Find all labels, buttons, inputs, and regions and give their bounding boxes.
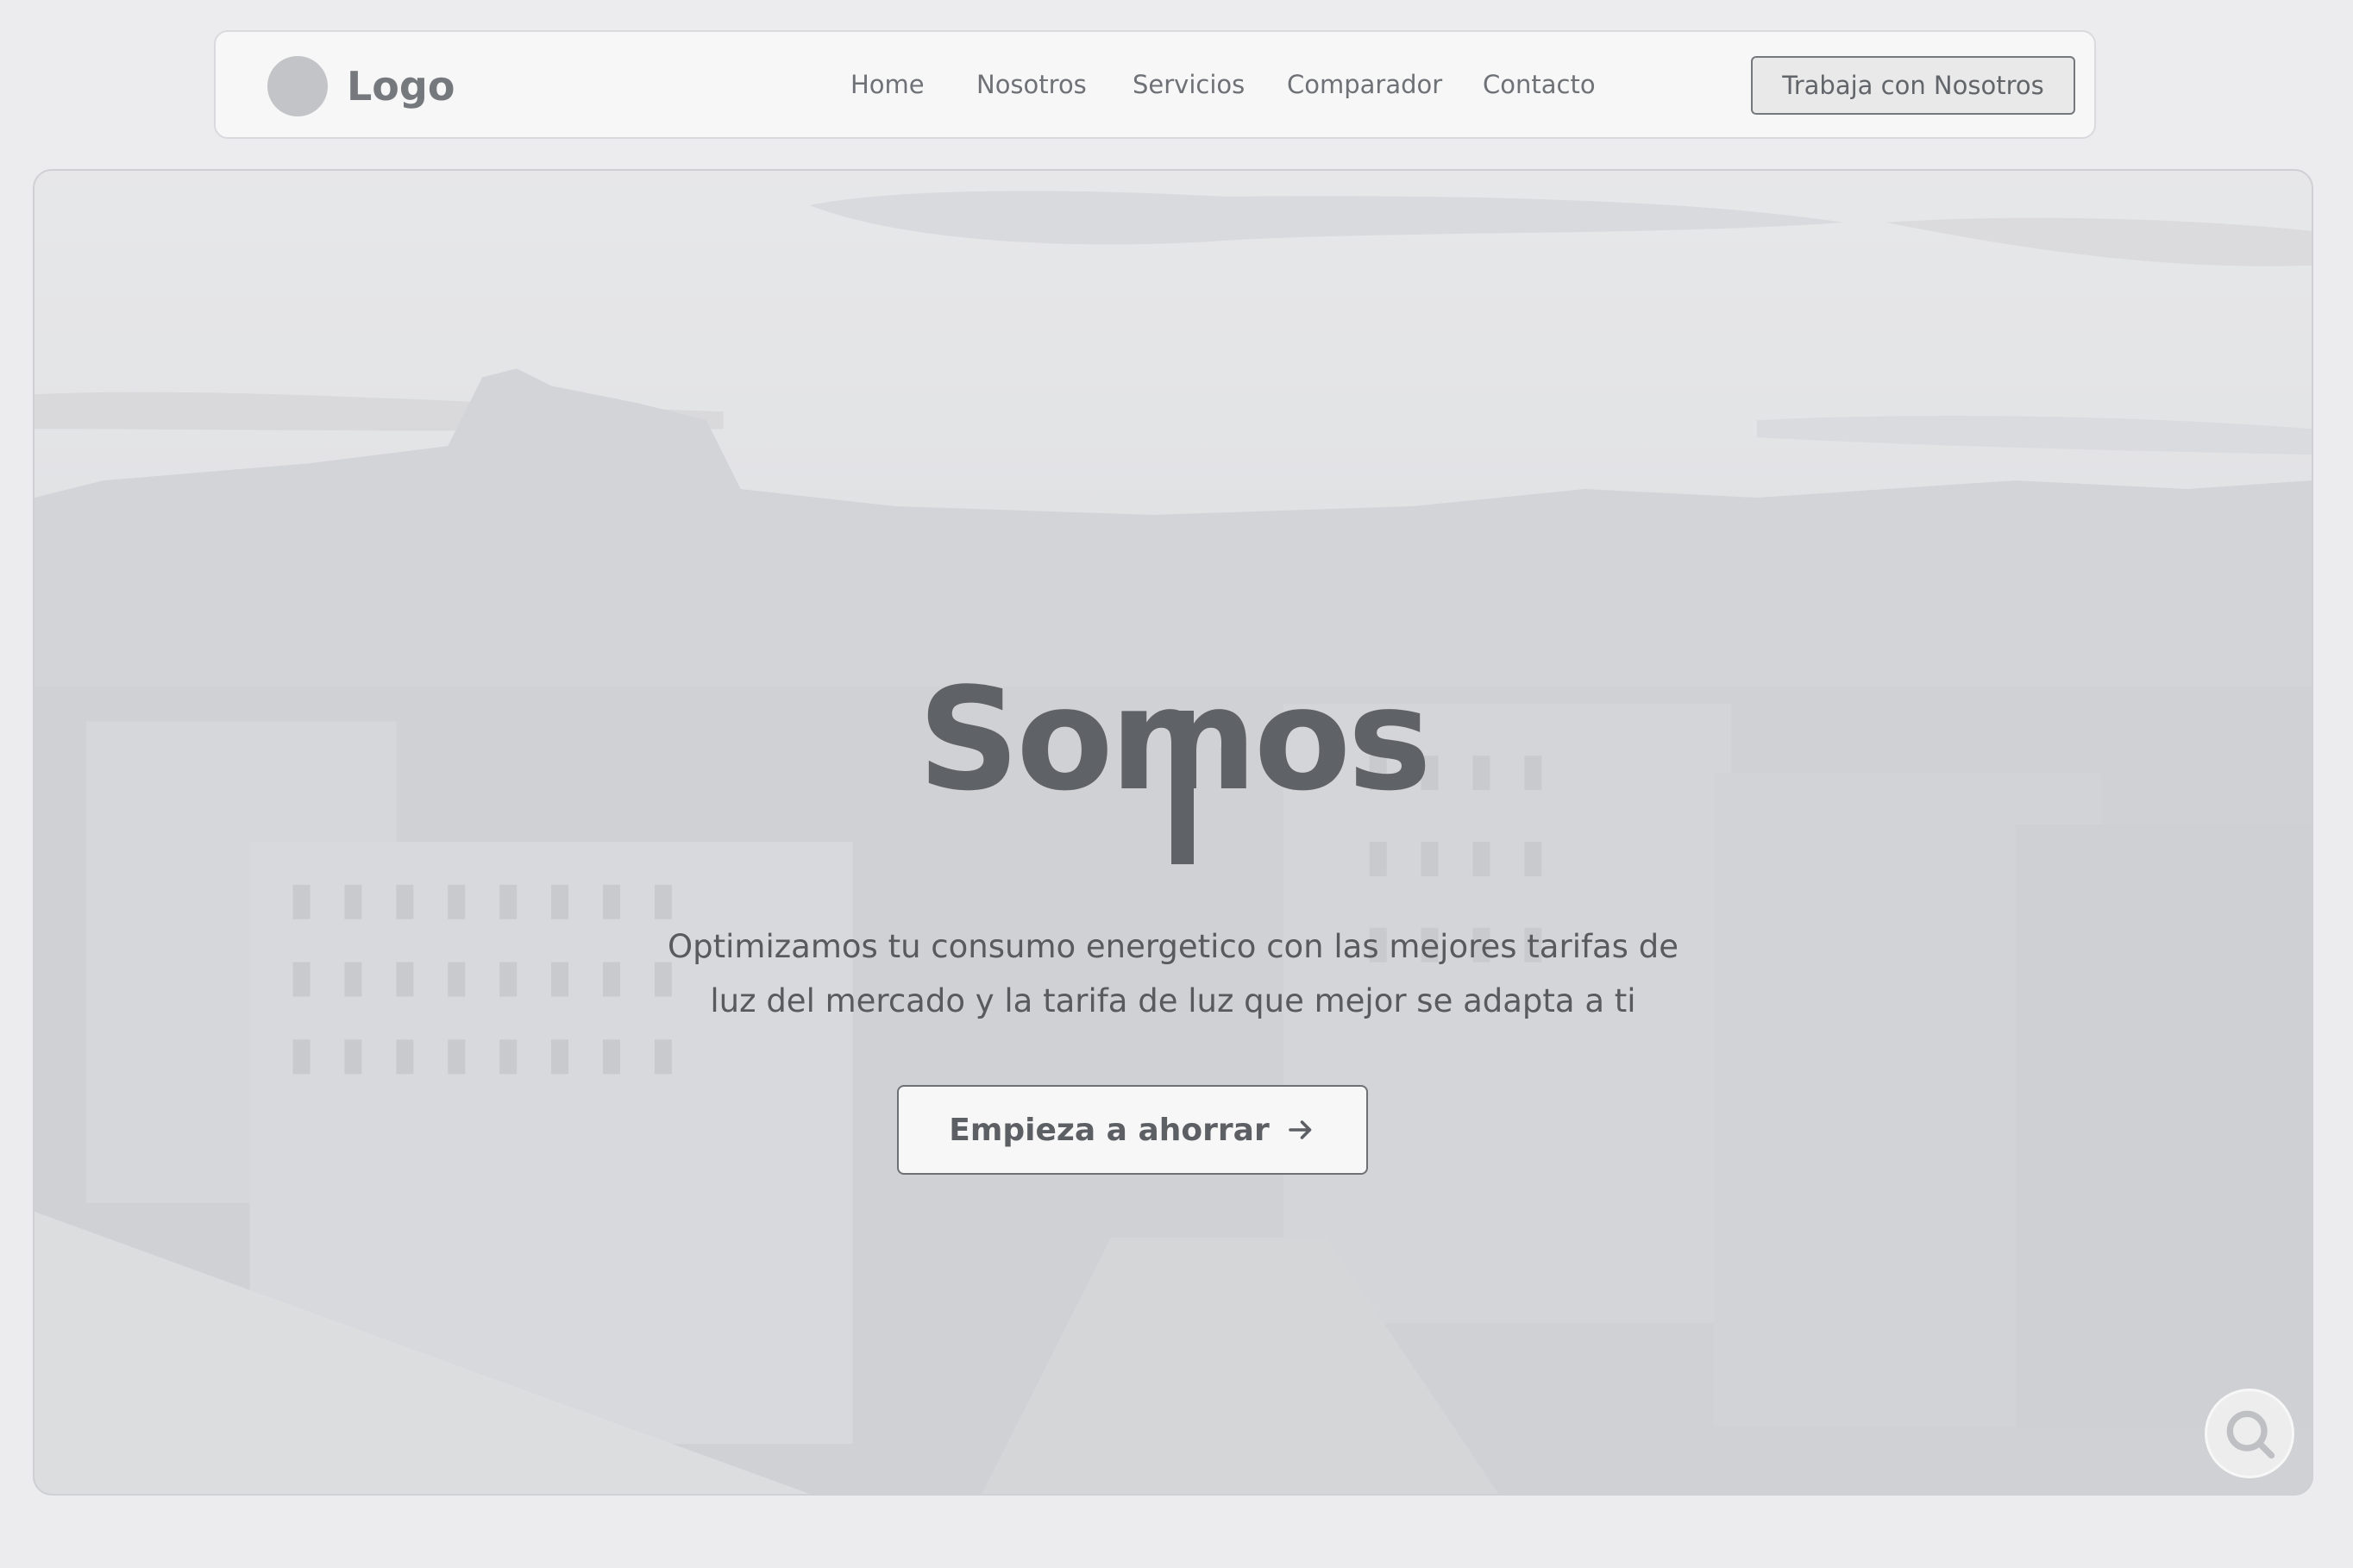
search-icon [2226,1410,2275,1459]
hero-subtitle: Optimizamos tu consumo energetico con la… [604,919,1742,1028]
search-floating-button[interactable] [2205,1389,2294,1478]
nav-link-contacto[interactable]: Contacto [1483,67,1596,102]
arrow-right-icon [1288,1120,1312,1139]
hero-section: Somos Optimizamos tu consumo energetico … [33,169,2313,1496]
typing-cursor [1171,711,1194,864]
top-navbar: Logo Home Nosotros Servicios Comparador … [214,30,2096,139]
work-with-us-button[interactable]: Trabaja con Nosotros [1751,56,2075,115]
nav-link-servicios[interactable]: Servicios [1133,67,1245,102]
nav-link-nosotros[interactable]: Nosotros [976,67,1087,102]
hero-subtitle-line-2: luz del mercado y la tarifa de luz que m… [710,982,1636,1019]
nav-link-comparador[interactable]: Comparador [1287,67,1442,102]
start-saving-button[interactable]: Empieza a ahorrar [897,1085,1368,1175]
start-saving-label: Empieza a ahorrar [949,1112,1270,1148]
hero-subtitle-line-1: Optimizamos tu consumo energetico con la… [668,928,1678,965]
nav-link-home[interactable]: Home [850,67,925,102]
